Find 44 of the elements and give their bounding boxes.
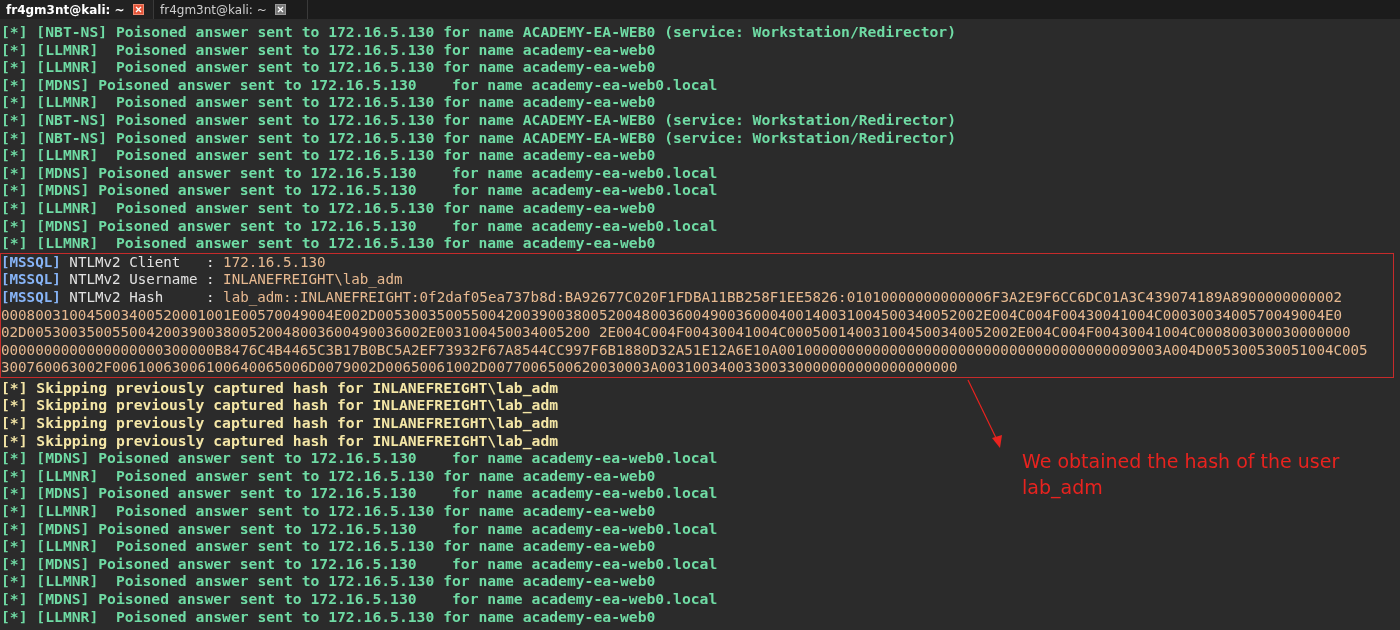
hash-line: 300760063002F00610063006100640065006D0079002D00650061002D0077006500620030003A00310034003300330000000000000000000 bbox=[1, 359, 958, 377]
log-line: [*] Skipping previously captured hash for INLANEFREIGHT\lab_adm bbox=[1, 378, 559, 397]
log-line: [*] [LLMNR] Poisoned answer sent to 172.16.5.130 for name academy-ea-web0 bbox=[1, 537, 656, 555]
log-line: [*] [LLMNR] Poisoned answer sent to 172.16.5.130 for name academy-ea-web0 bbox=[1, 58, 656, 76]
hash-line: 0000000000000000000300000B8476C4B4465C3B17B0BC5A2EF73932F67A8544CC997F6B1880D32A51E12A6E10A001000000000000000000000000000000000000009003A004D005300530051004C005 bbox=[1, 341, 1368, 360]
annotation-text: We obtained the hash of the user lab_adm bbox=[1022, 449, 1341, 500]
close-icon[interactable] bbox=[274, 4, 286, 15]
log-line: [*] [LLMNR] Poisoned answer sent to 172.16.5.130 for name academy-ea-web0 bbox=[1, 146, 656, 164]
mssql-tag: [MSSQL] bbox=[1, 253, 61, 270]
log-line: [*] Skipping previously captured hash for INLANEFREIGHT\lab_adm bbox=[1, 414, 559, 432]
mssql-tag: [MSSQL] bbox=[1, 271, 61, 288]
log-line: [*] [MDNS] Poisoned answer sent to 172.16.5.130 for name academy-ea-web0.local bbox=[1, 163, 718, 182]
log-line: [*] [LLMNR] Poisoned answer sent to 172.16.5.130 for name academy-ea-web0 bbox=[1, 466, 656, 485]
field-label: NTLMv2 Client : bbox=[69, 253, 215, 270]
log-line: [*] [NBT-NS] Poisoned answer sent to 172.16.5.130 for name ACADEMY-EA-WEB0 (service: Workstation/Redirector) bbox=[1, 110, 956, 129]
log-line: [*] [MDNS] Poisoned answer sent to 172.16.5.130 for name academy-ea-web0.local bbox=[1, 75, 718, 94]
log-line: [*] [MDNS] Poisoned answer sent to 172.16.5.130 for name academy-ea-web0.local bbox=[1, 519, 718, 538]
log-line: [*] [LLMNR] Poisoned answer sent to 172.16.5.130 for name academy-ea-web0 bbox=[1, 93, 656, 111]
field-label: NTLMv2 Hash : bbox=[69, 288, 215, 305]
log-line: [*] [LLMNR] Poisoned answer sent to 172.16.5.130 for name academy-ea-web0 bbox=[1, 234, 656, 252]
log-line: [*] [MDNS] Poisoned answer sent to 172.16.5.130 for name academy-ea-web0.local bbox=[1, 449, 718, 467]
log-line: [*] [LLMNR] Poisoned answer sent to 172.16.5.130 for name academy-ea-web0 bbox=[1, 198, 656, 217]
log-line: [*] [LLMNR] Poisoned answer sent to 172.16.5.130 for name academy-ea-web0 bbox=[1, 502, 656, 520]
field-value: 172.16.5.130 bbox=[223, 253, 326, 270]
field-value: INLANEFREIGHT\lab_adm bbox=[223, 271, 403, 288]
log-line: [*] [MDNS] Poisoned answer sent to 172.16.5.130 for name academy-ea-web0.local bbox=[1, 554, 718, 573]
log-line: [*] [MDNS] Poisoned answer sent to 172.16.5.130 for name academy-ea-web0.local bbox=[1, 484, 718, 503]
log-line: [*] Skipping previously captured hash for INLANEFREIGHT\lab_adm bbox=[1, 431, 559, 450]
log-line: [*] [MDNS] Poisoned answer sent to 172.16.5.130 for name academy-ea-web0.local bbox=[1, 216, 718, 235]
log-line: [*] [LLMNR] Poisoned answer sent to 172.16.5.130 for name academy-ea-web0 bbox=[1, 40, 656, 59]
log-line: [*] [NBT-NS] Poisoned answer sent to 172.16.5.130 for name ACADEMY-EA-WEB0 (service: Workstation/Redirector) bbox=[1, 23, 956, 41]
log-line: [*] Skipping previously captured hash for INLANEFREIGHT\lab_adm bbox=[1, 396, 559, 415]
log-line: [*] [LLMNR] Poisoned answer sent to 172.16.5.130 for name academy-ea-web0 bbox=[1, 572, 656, 590]
hash-line: 000800310045003400520001001E00570049004E002D00530035005500420039003800520048003600490036000400140031004500340052002E004C004F00430041004C0003003400570049004E0 bbox=[1, 306, 1343, 325]
mssql-tag: [MSSQL] bbox=[1, 288, 61, 305]
close-icon[interactable] bbox=[132, 4, 144, 15]
log-line: [*] [MDNS] Poisoned answer sent to 172.16.5.130 for name academy-ea-web0.local bbox=[1, 181, 718, 199]
hash-line: 02D00530035005500420039003800520048003600490036002E003100450034005200 2E004C004F00430041004C000500140031004500340052002E004C004F00430041004C000800300030000000 bbox=[1, 324, 1351, 342]
field-value: lab_adm::INLANEFREIGHT:0f2daf05ea737b8d:BA92677C020F1FDBA11BB258F1EE5826:01010000000000006F3A2E9F6CC6DC01A3C439074189A8900000000002 bbox=[223, 288, 1343, 305]
log-line: [*] [LLMNR] Poisoned answer sent to 172.16.5.130 for name academy-ea-web0 bbox=[1, 607, 656, 626]
log-line: [*] [MDNS] Poisoned answer sent to 172.16.5.130 for name academy-ea-web0.local bbox=[1, 590, 718, 608]
log-line: [*] [NBT-NS] Poisoned answer sent to 172.16.5.130 for name ACADEMY-EA-WEB0 (service: Workstation/Redirector) bbox=[1, 128, 956, 147]
terminal-tab[interactable]: fr4gm3nt@kali: ~ bbox=[0, 0, 154, 19]
field-label: NTLMv2 Username : bbox=[69, 271, 215, 288]
